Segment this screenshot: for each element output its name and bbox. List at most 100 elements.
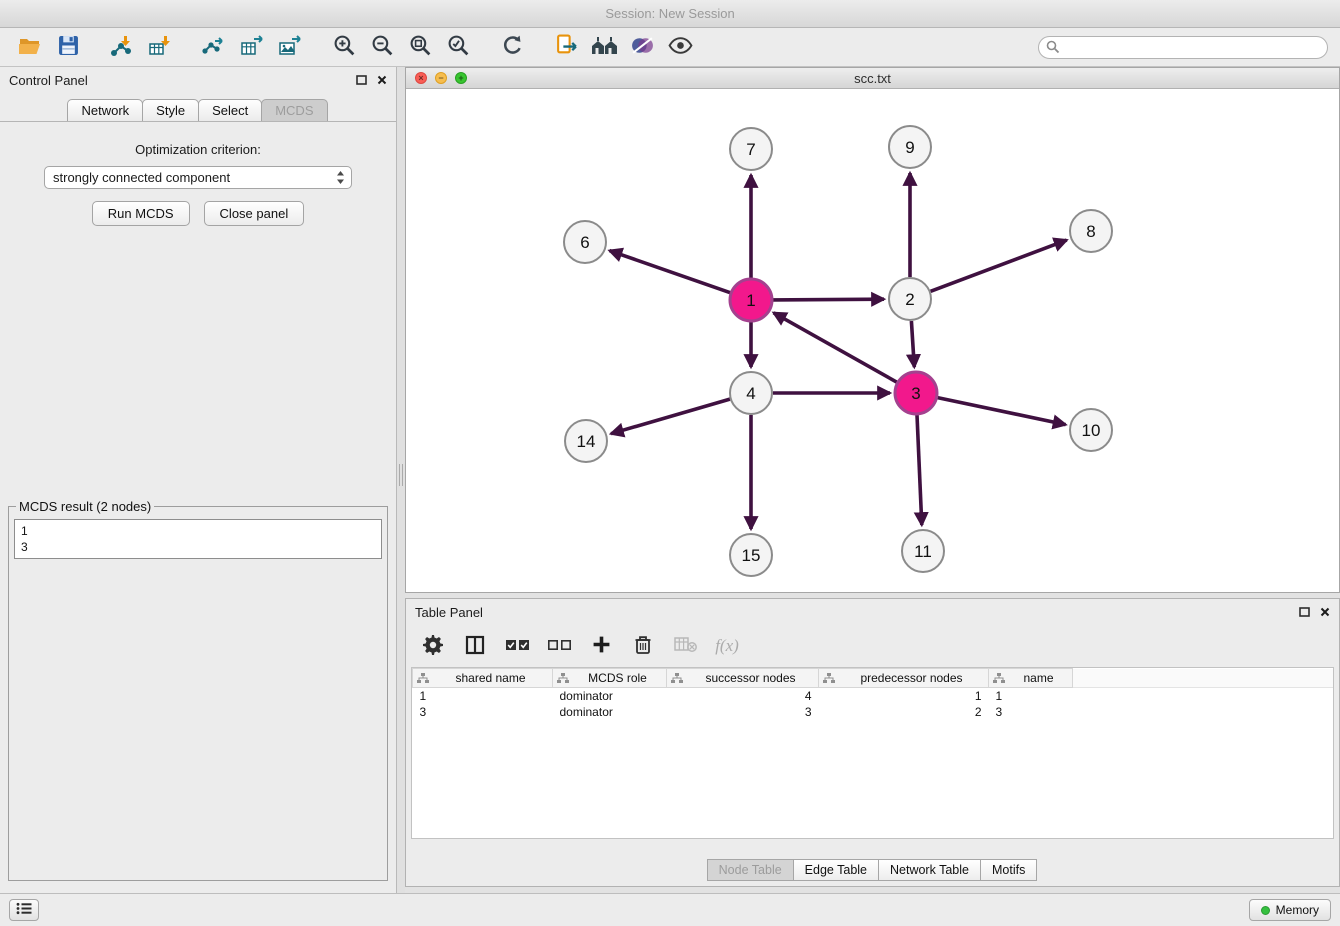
network-node-6[interactable]: 6 [564,221,606,263]
criterion-dropdown[interactable]: strongly connected component [44,166,352,189]
edge-3-11[interactable] [917,415,922,525]
network-node-2[interactable]: 2 [889,278,931,320]
memory-button[interactable]: Memory [1249,899,1331,921]
refresh-icon [501,34,524,60]
tab-node-table[interactable]: Node Table [707,859,794,881]
column-header-successor-nodes[interactable]: successor nodes [667,669,819,688]
edge-1-6[interactable] [610,251,731,293]
trash-icon [634,635,652,658]
function-builder-button[interactable]: f(x) [714,633,740,659]
eye-button[interactable] [662,31,698,63]
export-document-button[interactable] [548,31,584,63]
close-window-icon[interactable]: × [415,72,427,84]
export-image-button[interactable] [272,31,308,63]
tab-network-table[interactable]: Network Table [878,859,981,881]
deselect-all-columns-button[interactable] [546,633,572,659]
tab-select[interactable]: Select [198,99,262,121]
save-session-button[interactable] [50,31,86,63]
tab-motifs[interactable]: Motifs [980,859,1037,881]
column-header-predecessor-nodes[interactable]: predecessor nodes [819,669,989,688]
import-network-button[interactable] [104,31,140,63]
delete-table-button[interactable] [672,633,698,659]
cell-predecessor-nodes[interactable]: 2 [819,704,989,720]
column-header-mcds-role[interactable]: MCDS role [553,669,667,688]
network-node-1[interactable]: 1 [730,279,772,321]
network-node-8[interactable]: 8 [1070,210,1112,252]
edge-2-8[interactable] [931,240,1067,291]
table-row[interactable]: 1dominator411 [413,688,1334,704]
folder-open-icon [18,36,42,59]
edge-3-1[interactable] [774,313,897,382]
cell-predecessor-nodes[interactable]: 1 [819,688,989,704]
cell-mcds-role[interactable]: dominator [553,688,667,704]
zoom-selected-button[interactable] [440,31,476,63]
cell-name[interactable]: 1 [989,688,1073,704]
cell-name[interactable]: 3 [989,704,1073,720]
cell-mcds-role[interactable]: dominator [553,704,667,720]
import-table-button[interactable] [142,31,178,63]
export-network-button[interactable] [196,31,232,63]
edge-1-2[interactable] [773,299,884,300]
network-window-titlebar[interactable]: scc.txt × − + [406,68,1339,89]
main-toolbar [0,28,1340,67]
zoom-selected-icon [447,34,470,60]
node-label: 6 [580,233,589,252]
panel-splitter[interactable] [397,67,405,893]
network-node-3[interactable]: 3 [895,372,937,414]
network-node-9[interactable]: 9 [889,126,931,168]
column-header-name[interactable]: name [989,669,1073,688]
close-panel-button[interactable]: Close panel [204,201,305,226]
table-row[interactable]: 3dominator323 [413,704,1334,720]
float-panel-icon[interactable] [356,73,367,88]
run-mcds-button[interactable]: Run MCDS [92,201,190,226]
export-table-button[interactable] [234,31,270,63]
network-node-15[interactable]: 15 [730,534,772,576]
network-node-10[interactable]: 10 [1070,409,1112,451]
close-panel-icon[interactable] [377,73,387,88]
mcds-result-box[interactable]: 13 [14,519,382,559]
edge-3-10[interactable] [938,398,1066,425]
cell-shared-name[interactable]: 1 [413,688,553,704]
tab-network[interactable]: Network [67,99,143,121]
venn-diagram-icon [630,35,655,59]
zoom-fit-button[interactable] [402,31,438,63]
search-input[interactable] [1038,36,1328,59]
delete-column-button[interactable] [630,633,656,659]
node-label: 7 [746,140,755,159]
node-table-container[interactable]: shared nameMCDS rolesuccessor nodesprede… [411,667,1334,839]
cell-shared-name[interactable]: 3 [413,704,553,720]
create-column-button[interactable] [588,633,614,659]
tab-mcds[interactable]: MCDS [261,99,327,121]
refresh-layout-button[interactable] [494,31,530,63]
show-columns-button[interactable] [462,633,488,659]
network-node-7[interactable]: 7 [730,128,772,170]
network-canvas[interactable]: 7 9 6 8 1 2 4 3 14 10 15 11 [406,89,1339,592]
select-all-columns-button[interactable] [504,633,530,659]
maximize-window-icon[interactable]: + [455,72,467,84]
close-panel-icon[interactable] [1320,605,1330,620]
edge-2-3[interactable] [911,321,914,367]
table-settings-button[interactable] [420,633,446,659]
title-bar[interactable]: Session: New Session [0,0,1340,28]
main-area: Control Panel NetworkStyleSelectMCDS Opt… [0,67,1340,893]
open-session-button[interactable] [12,31,48,63]
zoom-out-button[interactable] [364,31,400,63]
cell-successor-nodes[interactable]: 4 [667,688,819,704]
tab-edge-table[interactable]: Edge Table [793,859,879,881]
tab-style[interactable]: Style [142,99,199,121]
home-button[interactable] [586,31,622,63]
zoom-in-icon [333,34,356,60]
cell-successor-nodes[interactable]: 3 [667,704,819,720]
minimize-window-icon[interactable]: − [435,72,447,84]
network-window: scc.txt × − + 7 9 6 8 1 2 4 3 14 10 15 11 [405,67,1340,593]
network-node-14[interactable]: 14 [565,420,607,462]
task-history-button[interactable] [9,899,39,921]
network-node-11[interactable]: 11 [902,530,944,572]
zoom-in-button[interactable] [326,31,362,63]
network-graph[interactable]: 7 9 6 8 1 2 4 3 14 10 15 11 [406,89,1339,592]
float-panel-icon[interactable] [1299,605,1310,620]
network-node-4[interactable]: 4 [730,372,772,414]
venn-button[interactable] [624,31,660,63]
edge-4-14[interactable] [611,399,730,434]
column-header-shared-name[interactable]: shared name [413,669,553,688]
